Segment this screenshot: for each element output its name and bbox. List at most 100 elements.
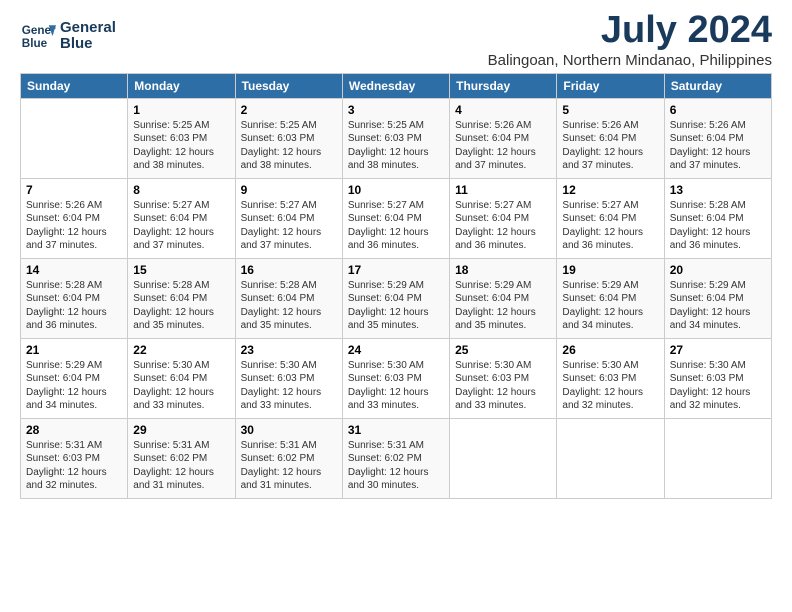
day-cell: 18Sunrise: 5:29 AM Sunset: 6:04 PM Dayli…	[450, 258, 557, 338]
day-number: 11	[455, 183, 551, 197]
day-info: Sunrise: 5:29 AM Sunset: 6:04 PM Dayligh…	[670, 279, 766, 333]
day-number: 17	[348, 263, 444, 277]
calendar-table: SundayMondayTuesdayWednesdayThursdayFrid…	[20, 73, 772, 499]
day-cell: 17 Sunrise: 5:29 AM Sunset: 6:04 PM Dayli…	[342, 258, 449, 338]
header-row: SundayMondayTuesdayWednesdayThursdayFrid…	[21, 73, 772, 98]
day-cell: 27Sunrise: 5:30 AM Sunset: 6:03 PM Dayli…	[664, 338, 771, 418]
day-number: 10	[348, 183, 444, 197]
day-cell: 19 Sunrise: 5:29 AM Sunset: 6:04 PM Dayli…	[557, 258, 664, 338]
day-info: Sunrise: 5:25 AM Sunset: 6:03 PM Dayligh…	[241, 119, 337, 173]
day-number: 28	[26, 423, 122, 437]
day-header-tuesday: Tuesday	[235, 73, 342, 98]
day-cell: 20 Sunrise: 5:29 AM Sunset: 6:04 PM Dayli…	[664, 258, 771, 338]
day-info: Sunrise: 5:30 AM Sunset: 6:03 PM Dayligh…	[348, 359, 444, 413]
day-number: 12	[562, 183, 658, 197]
day-cell: 24Sunrise: 5:30 AM Sunset: 6:03 PM Dayli…	[342, 338, 449, 418]
day-header-wednesday: Wednesday	[342, 73, 449, 98]
day-cell: 21 Sunrise: 5:29 AM Sunset: 6:04 PM Dayli…	[21, 338, 128, 418]
day-header-monday: Monday	[128, 73, 235, 98]
day-info: Sunrise: 5:25 AM Sunset: 6:03 PM Dayligh…	[348, 119, 444, 173]
day-cell	[664, 418, 771, 498]
day-info: Sunrise: 5:27 AM Sunset: 6:04 PM Dayligh…	[133, 199, 229, 253]
day-info: Sunrise: 5:27 AM Sunset: 6:04 PM Dayligh…	[348, 199, 444, 253]
week-row-1: 1 Sunrise: 5:25 AM Sunset: 6:03 PM Daylig…	[21, 98, 772, 178]
logo-icon: General Blue	[20, 18, 56, 54]
day-cell: 7 Sunrise: 5:26 AM Sunset: 6:04 PM Daylig…	[21, 178, 128, 258]
day-cell: 12 Sunrise: 5:27 AM Sunset: 6:04 PM Dayli…	[557, 178, 664, 258]
day-cell: 4 Sunrise: 5:26 AM Sunset: 6:04 PM Daylig…	[450, 98, 557, 178]
day-cell: 10 Sunrise: 5:27 AM Sunset: 6:04 PM Dayli…	[342, 178, 449, 258]
day-cell	[557, 418, 664, 498]
day-header-thursday: Thursday	[450, 73, 557, 98]
day-number: 20	[670, 263, 766, 277]
day-cell: 11 Sunrise: 5:27 AM Sunset: 6:04 PM Dayli…	[450, 178, 557, 258]
day-info: Sunrise: 5:26 AM Sunset: 6:04 PM Dayligh…	[562, 119, 658, 173]
day-number: 1	[133, 103, 229, 117]
week-row-3: 14 Sunrise: 5:28 AM Sunset: 6:04 PM Dayli…	[21, 258, 772, 338]
location-subtitle: Balingoan, Northern Mindanao, Philippine…	[488, 52, 772, 69]
day-number: 19	[562, 263, 658, 277]
day-cell: 15 Sunrise: 5:28 AM Sunset: 6:04 PM Dayli…	[128, 258, 235, 338]
day-number: 9	[241, 183, 337, 197]
day-info: Sunrise: 5:26 AM Sunset: 6:04 PM Dayligh…	[670, 119, 766, 173]
day-info: Sunrise: 5:27 AM Sunset: 6:04 PM Dayligh…	[241, 199, 337, 253]
day-header-friday: Friday	[557, 73, 664, 98]
day-number: 26	[562, 343, 658, 357]
day-number: 7	[26, 183, 122, 197]
day-info: Sunrise: 5:29 AM Sunset: 6:04 PM Dayligh…	[26, 359, 122, 413]
day-number: 14	[26, 263, 122, 277]
day-number: 31	[348, 423, 444, 437]
day-info: Sunrise: 5:28 AM Sunset: 6:04 PM Dayligh…	[26, 279, 122, 333]
day-cell: 2 Sunrise: 5:25 AM Sunset: 6:03 PM Daylig…	[235, 98, 342, 178]
day-info: Sunrise: 5:27 AM Sunset: 6:04 PM Dayligh…	[562, 199, 658, 253]
day-info: Sunrise: 5:28 AM Sunset: 6:04 PM Dayligh…	[670, 199, 766, 253]
day-info: Sunrise: 5:31 AM Sunset: 6:02 PM Dayligh…	[241, 439, 337, 493]
day-info: Sunrise: 5:28 AM Sunset: 6:04 PM Dayligh…	[241, 279, 337, 333]
day-header-saturday: Saturday	[664, 73, 771, 98]
day-header-sunday: Sunday	[21, 73, 128, 98]
day-info: Sunrise: 5:28 AM Sunset: 6:04 PM Dayligh…	[133, 279, 229, 333]
day-info: Sunrise: 5:29 AM Sunset: 6:04 PM Dayligh…	[562, 279, 658, 333]
day-cell: 16 Sunrise: 5:28 AM Sunset: 6:04 PM Dayli…	[235, 258, 342, 338]
day-number: 5	[562, 103, 658, 117]
day-number: 16	[241, 263, 337, 277]
day-cell: 31 Sunrise: 5:31 AM Sunset: 6:02 PM Dayli…	[342, 418, 449, 498]
day-info: Sunrise: 5:27 AM Sunset: 6:04 PM Dayligh…	[455, 199, 551, 253]
day-number: 4	[455, 103, 551, 117]
day-info: Sunrise: 5:29 AM Sunset: 6:04 PM Dayligh…	[348, 279, 444, 333]
day-cell: 5 Sunrise: 5:26 AM Sunset: 6:04 PM Daylig…	[557, 98, 664, 178]
day-cell: 29Sunrise: 5:31 AM Sunset: 6:02 PM Dayli…	[128, 418, 235, 498]
logo-text: GeneralBlue	[60, 20, 116, 53]
week-row-5: 28 Sunrise: 5:31 AM Sunset: 6:03 PM Dayli…	[21, 418, 772, 498]
title-area: July 2024 Balingoan, Northern Mindanao, …	[488, 10, 772, 69]
day-number: 30	[241, 423, 337, 437]
month-title: July 2024	[488, 10, 772, 52]
day-number: 15	[133, 263, 229, 277]
day-info: Sunrise: 5:31 AM Sunset: 6:03 PM Dayligh…	[26, 439, 122, 493]
day-info: Sunrise: 5:30 AM Sunset: 6:03 PM Dayligh…	[241, 359, 337, 413]
day-number: 3	[348, 103, 444, 117]
day-cell	[21, 98, 128, 178]
day-info: Sunrise: 5:26 AM Sunset: 6:04 PM Dayligh…	[26, 199, 122, 253]
day-number: 25	[455, 343, 551, 357]
day-number: 21	[26, 343, 122, 357]
day-info: Sunrise: 5:25 AM Sunset: 6:03 PM Dayligh…	[133, 119, 229, 173]
svg-text:Blue: Blue	[22, 37, 48, 50]
day-cell: 26Sunrise: 5:30 AM Sunset: 6:03 PM Dayli…	[557, 338, 664, 418]
day-cell: 9 Sunrise: 5:27 AM Sunset: 6:04 PM Daylig…	[235, 178, 342, 258]
day-cell: 13Sunrise: 5:28 AM Sunset: 6:04 PM Dayli…	[664, 178, 771, 258]
day-number: 2	[241, 103, 337, 117]
day-cell: 23 Sunrise: 5:30 AM Sunset: 6:03 PM Dayli…	[235, 338, 342, 418]
day-number: 23	[241, 343, 337, 357]
day-cell: 30 Sunrise: 5:31 AM Sunset: 6:02 PM Dayli…	[235, 418, 342, 498]
day-number: 18	[455, 263, 551, 277]
day-cell: 8Sunrise: 5:27 AM Sunset: 6:04 PM Daylig…	[128, 178, 235, 258]
day-info: Sunrise: 5:31 AM Sunset: 6:02 PM Dayligh…	[348, 439, 444, 493]
day-cell	[450, 418, 557, 498]
day-info: Sunrise: 5:26 AM Sunset: 6:04 PM Dayligh…	[455, 119, 551, 173]
day-cell: 6Sunrise: 5:26 AM Sunset: 6:04 PM Daylig…	[664, 98, 771, 178]
day-info: Sunrise: 5:31 AM Sunset: 6:02 PM Dayligh…	[133, 439, 229, 493]
day-info: Sunrise: 5:30 AM Sunset: 6:04 PM Dayligh…	[133, 359, 229, 413]
logo: General Blue GeneralBlue	[20, 18, 116, 54]
week-row-4: 21 Sunrise: 5:29 AM Sunset: 6:04 PM Dayli…	[21, 338, 772, 418]
